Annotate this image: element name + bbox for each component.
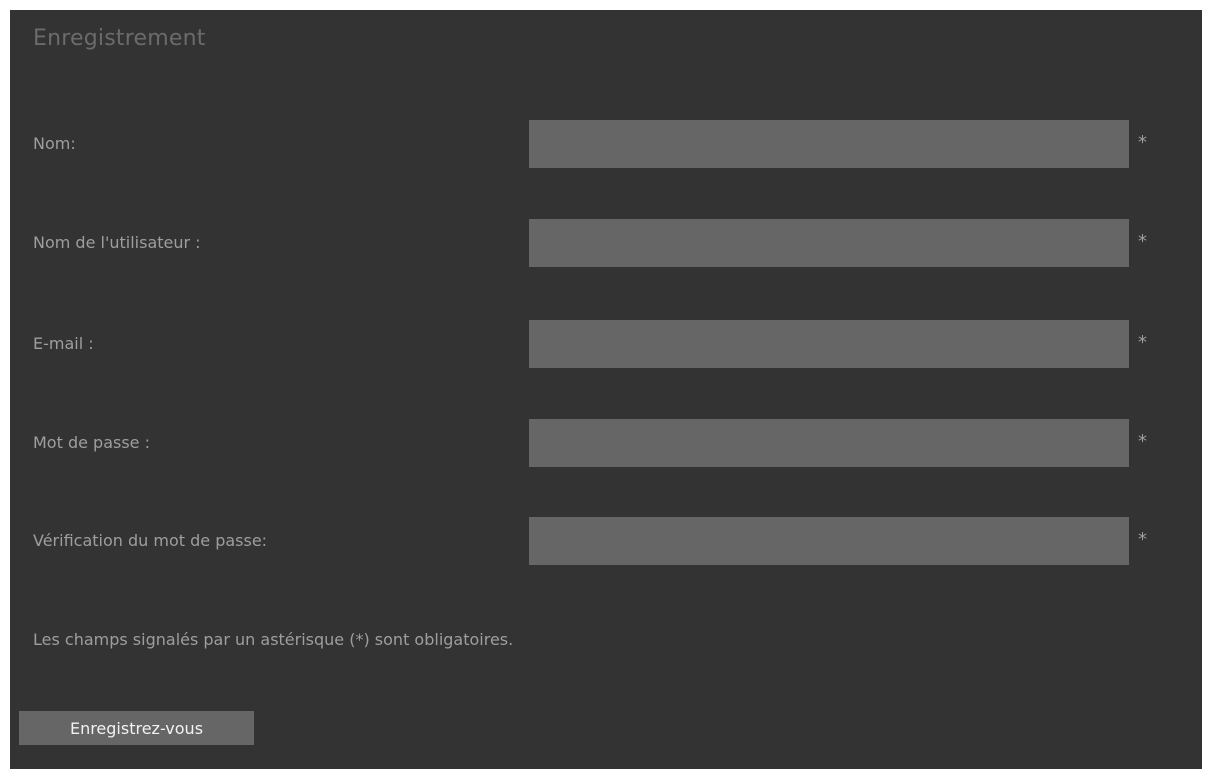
username-input[interactable] [529,219,1129,267]
required-fields-note: Les champs signalés par un astérisque (*… [33,630,514,649]
form-title: Enregistrement [33,26,206,51]
field-row-password: Mot de passe : * [10,419,1202,467]
password-required-marker: * [1138,431,1147,452]
register-button[interactable]: Enregistrez-vous [19,711,254,745]
password-confirm-input[interactable] [529,517,1129,565]
password-input[interactable] [529,419,1129,467]
email-required-marker: * [1138,332,1147,353]
name-label: Nom: [33,134,76,153]
field-row-username: Nom de l'utilisateur : * [10,219,1202,267]
registration-panel: Enregistrement Nom: * Nom de l'utilisate… [10,10,1202,769]
field-row-email: E-mail : * [10,320,1202,368]
name-input[interactable] [529,120,1129,168]
field-row-password-confirm: Vérification du mot de passe: * [10,517,1202,565]
email-input[interactable] [529,320,1129,368]
name-required-marker: * [1138,132,1147,153]
username-label: Nom de l'utilisateur : [33,233,201,252]
password-confirm-label: Vérification du mot de passe: [33,531,268,550]
password-label: Mot de passe : [33,433,150,452]
field-row-name: Nom: * [10,120,1202,168]
password-confirm-required-marker: * [1138,529,1147,550]
email-label: E-mail : [33,334,94,353]
username-required-marker: * [1138,231,1147,252]
